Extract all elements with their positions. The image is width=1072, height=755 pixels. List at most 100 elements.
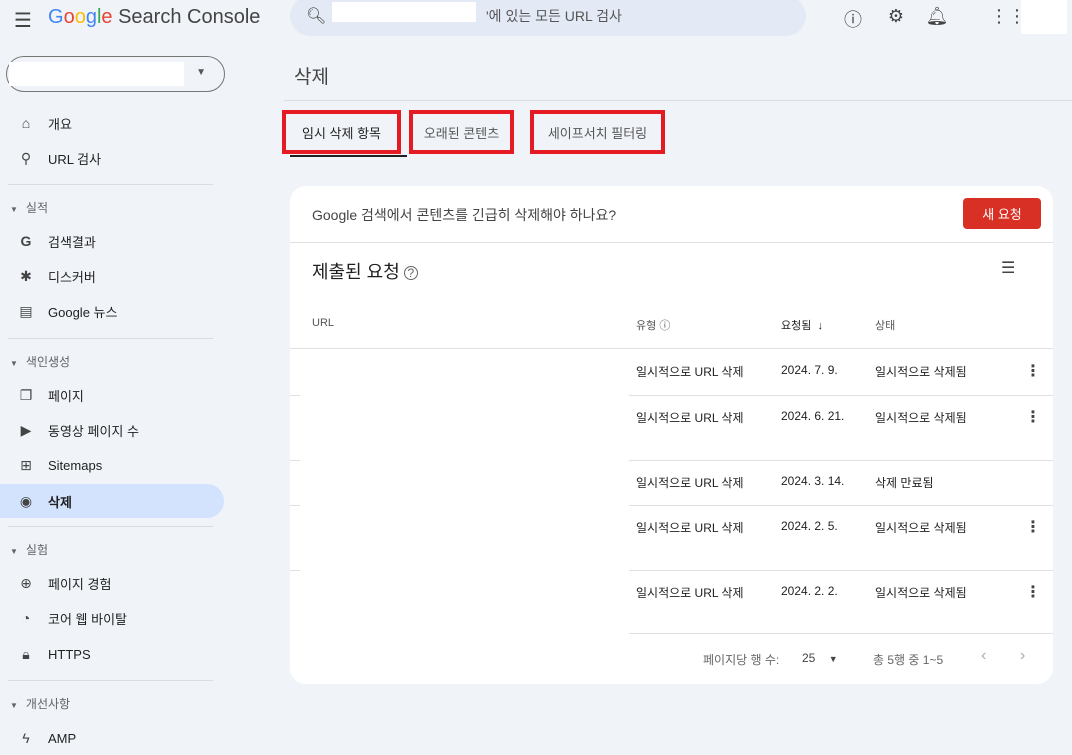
sidebar-item-url-inspection[interactable]: ⚲ URL 검사 bbox=[0, 141, 224, 175]
logo[interactable]: Google Search Console bbox=[48, 6, 260, 29]
url-inspect-search[interactable]: 🔍︎ '에 있는 모든 URL 검사 bbox=[290, 0, 806, 36]
eye-off-icon: ◉ bbox=[19, 492, 33, 509]
tab-outdated-content[interactable]: 오래된 콘텐츠 bbox=[409, 110, 514, 154]
divider bbox=[8, 338, 213, 339]
help-icon[interactable]: ⓘ bbox=[841, 6, 865, 32]
search-icon: 🔍︎ bbox=[306, 8, 327, 25]
admin-settings-icon[interactable]: ⚙ bbox=[884, 6, 908, 27]
label: Google 뉴스 bbox=[48, 304, 118, 320]
help-icon[interactable]: ⓘ bbox=[659, 320, 670, 332]
type-cell: 일시적으로 URL 삭제 bbox=[636, 476, 744, 490]
label: 페이지 bbox=[48, 388, 84, 404]
label: URL 검사 bbox=[48, 151, 102, 167]
sidebar-item-page-experience[interactable]: ⊕ 페이지 경험 bbox=[0, 566, 224, 600]
new-request-button[interactable]: 새 요청 bbox=[963, 198, 1041, 229]
menu-icon[interactable]: ☰ bbox=[14, 8, 32, 33]
divider bbox=[8, 680, 213, 681]
more-vert-icon[interactable]: ⋮ bbox=[1025, 517, 1041, 537]
column-status: 상태 bbox=[875, 320, 896, 332]
status-cell: 일시적으로 삭제됨 bbox=[875, 411, 967, 425]
avatar[interactable] bbox=[1021, 0, 1067, 34]
value: 25 bbox=[802, 651, 816, 665]
sidebar-item-overview[interactable]: ⌂ 개요 bbox=[0, 106, 224, 140]
date-cell: 2024. 6. 21. bbox=[781, 409, 845, 423]
sidebar-item-pages[interactable]: ❐ 페이지 bbox=[0, 378, 224, 412]
sidebar-item-news[interactable]: ▤ Google 뉴스 bbox=[0, 294, 224, 328]
divider bbox=[290, 242, 1053, 243]
app-name: Search Console bbox=[118, 6, 261, 28]
date-cell: 2024. 7. 9. bbox=[781, 363, 838, 377]
section-indexing[interactable]: ▼ 색인생성 bbox=[10, 353, 70, 370]
label: 동영상 페이지 수 bbox=[48, 423, 139, 439]
page-title: 삭제 bbox=[294, 67, 329, 88]
sidebar-item-removals[interactable]: ◉ 삭제 bbox=[0, 484, 224, 518]
label: Sitemaps bbox=[48, 457, 103, 473]
status-cell: 일시적으로 삭제됨 bbox=[875, 365, 967, 379]
active-tab-indicator bbox=[290, 155, 407, 157]
sidebar-item-amp[interactable]: ϟ AMP bbox=[0, 721, 224, 755]
type-cell: 일시적으로 URL 삭제 bbox=[636, 586, 744, 600]
sidebar-item-sitemaps[interactable]: ⊞ Sitemaps bbox=[0, 448, 224, 482]
row-divider bbox=[629, 505, 1053, 506]
status-cell: 일시적으로 삭제됨 bbox=[875, 586, 967, 600]
label: 개선사항 bbox=[25, 697, 71, 711]
search-icon: ⚲ bbox=[20, 149, 32, 166]
label: 검색결과 bbox=[48, 234, 96, 250]
sidebar-item-video-pages[interactable]: ▶ 동영상 페이지 수 bbox=[0, 413, 224, 447]
label: 코어 웹 바이탈 bbox=[48, 611, 127, 627]
column-url: URL bbox=[312, 317, 335, 329]
more-vert-icon[interactable]: ⋮ bbox=[1025, 361, 1041, 381]
more-vert-icon[interactable]: ⋮ bbox=[1025, 582, 1041, 602]
section-enhancements[interactable]: ▼ 개선사항 bbox=[10, 695, 70, 712]
sidebar-item-search-results[interactable]: G 검색결과 bbox=[0, 224, 224, 258]
column-requested[interactable]: 요청됨 ↓ bbox=[781, 317, 823, 333]
tab-temporary-removals[interactable]: 임시 삭제 항목 bbox=[282, 110, 401, 154]
divider bbox=[8, 526, 213, 527]
dropdown-caret-icon: ▼ bbox=[196, 67, 206, 78]
apps-icon[interactable]: ⋮⋮ bbox=[990, 6, 1026, 27]
redacted-domain bbox=[332, 2, 476, 22]
type-cell: 일시적으로 URL 삭제 bbox=[636, 411, 744, 425]
label: 실적 bbox=[25, 201, 49, 215]
rows-per-page-label: 페이지당 행 수: bbox=[703, 653, 780, 667]
sidebar-item-discover[interactable]: ✱ 디스커버 bbox=[0, 259, 224, 293]
property-selector[interactable]: ▼ bbox=[6, 56, 225, 92]
tab-safesearch-filtering[interactable]: 세이프서치 필터링 bbox=[530, 110, 665, 154]
section-experience[interactable]: ▼ 실험 bbox=[10, 541, 48, 558]
label: 개요 bbox=[48, 116, 72, 132]
date-cell: 2024. 2. 5. bbox=[781, 519, 838, 533]
divider bbox=[629, 633, 1053, 634]
sidebar-item-https[interactable]: 🔒︎ HTTPS bbox=[0, 637, 224, 671]
sitemap-icon: ⊞ bbox=[20, 456, 32, 473]
status-cell: 일시적으로 삭제됨 bbox=[875, 521, 967, 535]
requests-card: Google 검색에서 콘텐츠를 긴급히 삭제해야 하나요? 새 요청 제출된 … bbox=[290, 186, 1053, 684]
help-icon[interactable]: ? bbox=[403, 266, 418, 281]
next-page-button[interactable]: › bbox=[1020, 647, 1025, 665]
label: 유형 bbox=[636, 320, 657, 332]
video-icon: ▶ bbox=[20, 421, 32, 438]
column-type: 유형 ⓘ bbox=[636, 317, 670, 333]
row-divider bbox=[290, 460, 300, 461]
rows-per-page-select[interactable]: 25 ▼ bbox=[802, 651, 838, 665]
home-icon: ⌂ bbox=[21, 115, 31, 131]
label: 색인생성 bbox=[25, 355, 71, 369]
filter-icon[interactable]: ☰ bbox=[1001, 258, 1015, 278]
date-cell: 2024. 3. 14. bbox=[781, 474, 845, 488]
bell-icon[interactable]: 🔔︎ bbox=[925, 6, 949, 27]
prev-page-button[interactable]: ‹ bbox=[981, 647, 986, 665]
date-cell: 2024. 2. 2. bbox=[781, 584, 838, 598]
more-vert-icon[interactable]: ⋮ bbox=[1025, 407, 1041, 427]
search-placeholder: '에 있는 모든 URL 검사 bbox=[486, 8, 622, 24]
label: 실험 bbox=[25, 543, 49, 557]
sidebar-item-core-web-vitals[interactable]: ◔ 코어 웹 바이탈 bbox=[0, 601, 224, 635]
row-divider bbox=[629, 395, 1053, 396]
label: 페이지 경험 bbox=[48, 576, 112, 592]
section-performance[interactable]: ▼ 실적 bbox=[10, 199, 48, 216]
type-cell: 일시적으로 URL 삭제 bbox=[636, 365, 744, 379]
pages-icon: ❐ bbox=[19, 386, 33, 403]
label: 요청됨 bbox=[781, 320, 812, 332]
gauge-icon: ◔ bbox=[21, 610, 31, 626]
sort-down-icon: ↓ bbox=[817, 320, 824, 332]
label: AMP bbox=[48, 730, 77, 746]
plus-circle-icon: ⊕ bbox=[20, 574, 32, 591]
